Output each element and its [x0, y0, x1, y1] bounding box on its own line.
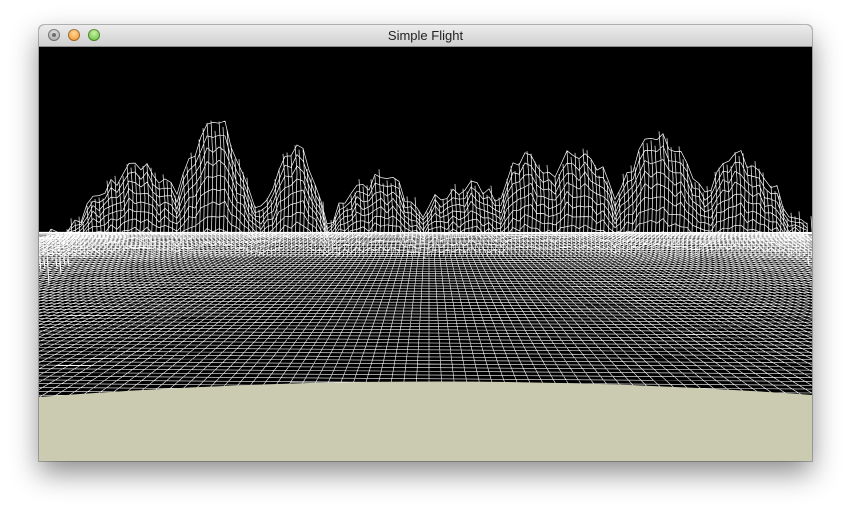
terrain-render — [39, 47, 812, 461]
window-title: Simple Flight — [387, 28, 464, 43]
ground-plane — [39, 381, 812, 461]
flight-viewport[interactable] — [39, 47, 812, 461]
app-window: Simple Flight — [39, 25, 812, 461]
title-bar[interactable]: Simple Flight — [39, 25, 812, 47]
